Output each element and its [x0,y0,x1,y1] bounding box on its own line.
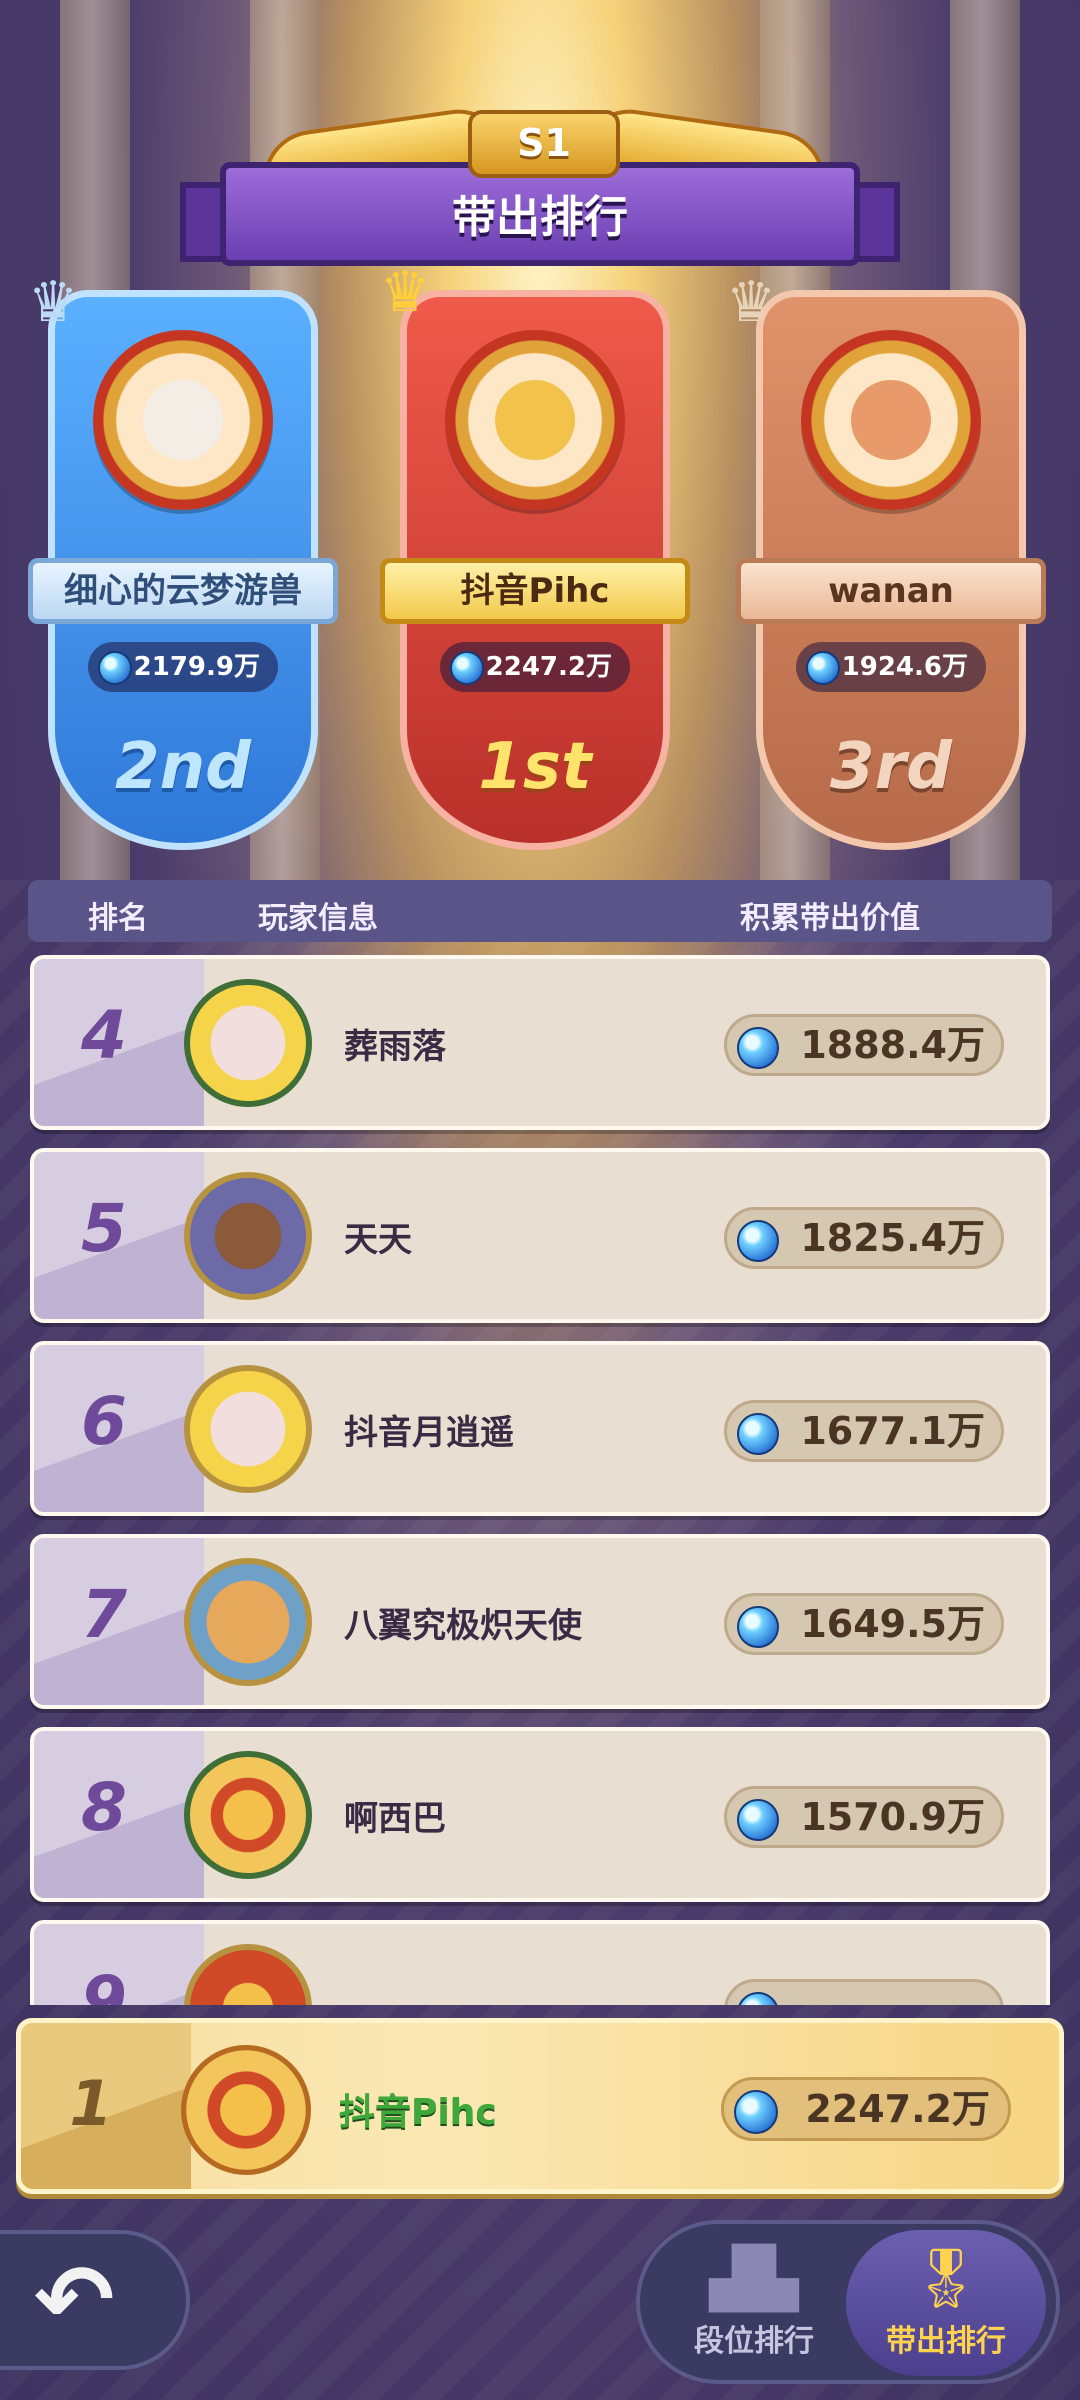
player-name: 八翼究极炽天使 [344,1606,582,1646]
value-pill: 1677.1万 [724,1400,1004,1462]
crown-icon: ♛ [28,270,79,335]
podium-value: 1924.6万 [796,642,986,692]
back-arrow-icon: ↶ [34,2244,115,2356]
blue-gem-icon [98,651,132,685]
table-row[interactable]: 5 天天 1825.4万 [30,1148,1050,1323]
table-row[interactable]: 9 [30,1920,1050,2005]
avatar [184,1365,312,1493]
tab-bar: ▟▙ 段位排行 🎖 带出排行 [636,2220,1060,2384]
table-row[interactable]: 8 啊西巴 1570.9万 [30,1727,1050,1902]
row-rank: 8 [81,1769,127,1846]
podium-first[interactable]: ♛ 抖音Pihc 2247.2万 1st [380,260,690,850]
avatar [184,1558,312,1686]
table-row[interactable]: 6 抖音月逍遥 1677.1万 [30,1341,1050,1516]
blue-gem-icon [734,2090,778,2134]
blue-gem-icon [737,1606,779,1648]
podium-name: wanan [736,558,1046,624]
blue-gem-icon [737,1799,779,1841]
blue-gem-icon [737,1027,779,1069]
player-name: 啊西巴 [344,1799,446,1839]
row-rank: 7 [81,1576,127,1653]
avatar [801,330,981,510]
row-rank: 5 [81,1190,127,1267]
podium-name: 细心的云梦游兽 [28,558,338,624]
my-value-pill: 2247.2万 [721,2077,1011,2141]
avatar [184,1751,312,1879]
column-header-player: 玩家信息 [258,901,378,936]
avatar [184,1172,312,1300]
avatar [181,2045,311,2175]
player-name: 葬雨落 [344,1027,446,1067]
podium-value: 2247.2万 [440,642,630,692]
place-label: 2nd [115,730,251,804]
back-button[interactable]: ↶ [0,2230,190,2370]
podium-name: 抖音Pihc [380,558,690,624]
blue-gem-icon [450,651,484,685]
tab-carry-ranking[interactable]: 🎖 带出排行 [846,2230,1046,2376]
tab-division-ranking[interactable]: ▟▙ 段位排行 [654,2230,854,2376]
medal-ribbon-icon: 🎖 [909,2244,983,2312]
podium-third[interactable]: ♛ wanan 1924.6万 3rd [726,270,1046,850]
value-pill: 1649.5万 [724,1593,1004,1655]
my-rank-row[interactable]: 1 抖音Pihc 2247.2万 [16,2018,1064,2194]
table-header: 排名 玩家信息 积累带出价值 [28,880,1052,942]
table-row[interactable]: 4 葬雨落 1888.4万 [30,955,1050,1130]
player-name: 天天 [344,1220,412,1260]
table-row[interactable]: 7 八翼究极炽天使 1649.5万 [30,1534,1050,1709]
row-rank: 6 [81,1383,127,1460]
blue-gem-icon [737,1992,779,2005]
value-pill: 1825.4万 [724,1207,1004,1269]
row-rank: 4 [81,997,127,1074]
crown-icon: ♛ [726,270,777,335]
value-pill: 1570.9万 [724,1786,1004,1848]
podium-rank-icon: ▟▙ [709,2244,799,2312]
blue-gem-icon [737,1220,779,1262]
season-banner: 带出排行 S1 [180,103,900,280]
place-label: 3rd [830,730,952,804]
avatar [184,979,312,1107]
crown-icon: ♛ [380,260,431,325]
my-player-name: 抖音Pihc [339,2092,497,2133]
column-header-rank: 排名 [88,901,148,936]
place-label: 1st [478,730,592,804]
row-rank: 9 [81,1962,127,2005]
blue-gem-icon [737,1413,779,1455]
avatar [445,330,625,510]
blue-gem-icon [806,651,840,685]
value-pill [724,1979,1004,2005]
player-name: 抖音月逍遥 [344,1413,514,1453]
ranking-list[interactable]: 4 葬雨落 1888.4万 5 天天 1825.4万 6 抖音月逍遥 1677.… [30,955,1050,2005]
value-pill: 1888.4万 [724,1014,1004,1076]
podium-value: 2179.9万 [88,642,278,692]
column-header-value: 积累带出价值 [740,901,920,936]
season-badge: S1 [468,110,620,178]
my-rank: 1 [69,2067,113,2140]
podium-second[interactable]: ♛ 细心的云梦游兽 2179.9万 2nd [28,270,338,850]
avatar [93,330,273,510]
